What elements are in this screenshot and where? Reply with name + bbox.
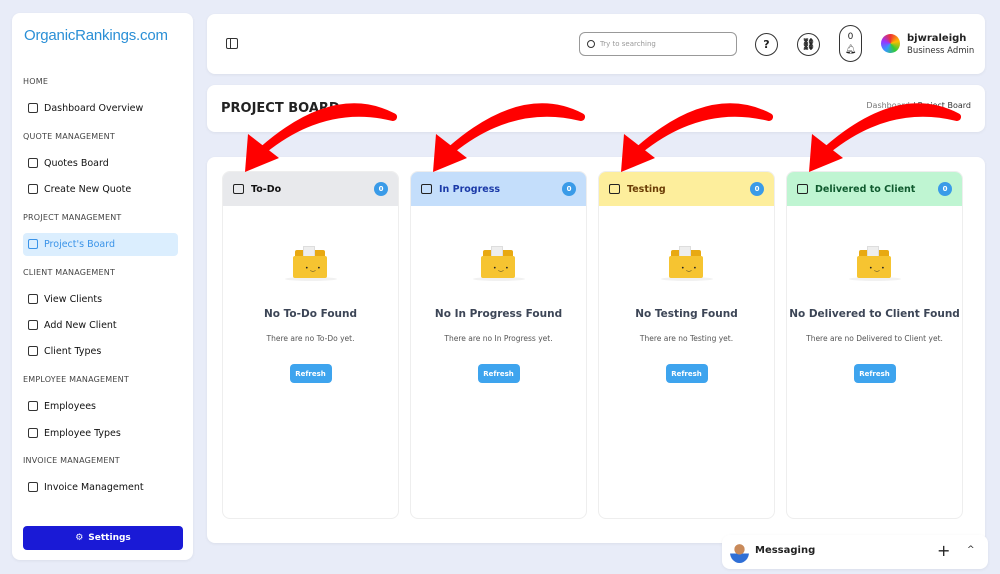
column-header: Delivered to Client 0 bbox=[787, 172, 962, 206]
empty-state-text: There are no Testing yet. bbox=[639, 334, 734, 343]
count-badge: 0 bbox=[562, 182, 576, 196]
empty-folder-illustration: • ‿ • bbox=[473, 246, 525, 281]
refresh-button[interactable]: Refresh bbox=[289, 364, 332, 383]
sidebar-item-dashboard-overview[interactable]: Dashboard Overview bbox=[23, 97, 178, 120]
sidebar-toggle-icon[interactable] bbox=[226, 38, 238, 49]
breadcrumb-dashboard[interactable]: Dashboard bbox=[866, 101, 909, 110]
empty-state-text: There are no To-Do yet. bbox=[266, 334, 355, 343]
empty-state-title: No In Progress Found bbox=[434, 308, 563, 320]
board-column: To-Do 0 • ‿ • No To-Do Found There are n… bbox=[222, 171, 399, 519]
messaging-avatar bbox=[730, 542, 749, 563]
sidebar-item-label: Client Types bbox=[44, 345, 102, 357]
messaging-widget[interactable]: Messaging + ^ bbox=[722, 535, 988, 569]
sidebar-item-label: Employees bbox=[44, 400, 96, 412]
sidebar-item-label: Project's Board bbox=[44, 238, 116, 250]
help-icon[interactable]: ? bbox=[755, 33, 778, 56]
project-board: To-Do 0 • ‿ • No To-Do Found There are n… bbox=[207, 157, 985, 543]
link-icon[interactable]: ⛓ bbox=[797, 33, 820, 56]
column-header: In Progress 0 bbox=[411, 172, 586, 206]
sidebar-item-create-new-quote[interactable]: Create New Quote bbox=[23, 178, 178, 201]
search-icon bbox=[587, 40, 595, 48]
sidebar-section-heading: QUOTE MANAGEMENT bbox=[23, 132, 115, 141]
sidebar-item-invoice-management[interactable]: Invoice Management bbox=[23, 476, 178, 499]
breadcrumb: Dashboard / Project Board bbox=[866, 101, 971, 110]
gear-icon: ⚙ bbox=[75, 533, 84, 543]
sidebar-section-heading: CLIENT MANAGEMENT bbox=[23, 268, 116, 277]
sidebar-item-label: Quotes Board bbox=[44, 157, 109, 169]
board-column: In Progress 0 • ‿ • No In Progress Found… bbox=[410, 171, 587, 519]
sidebar-section-heading: EMPLOYEE MANAGEMENT bbox=[23, 375, 129, 384]
sidebar-item-employee-types[interactable]: Employee Types bbox=[23, 422, 178, 445]
column-title: Testing bbox=[627, 183, 666, 195]
empty-state-text: There are no Delivered to Client yet. bbox=[806, 334, 943, 343]
user-plus-icon bbox=[28, 320, 38, 330]
count-badge: 0 bbox=[374, 182, 388, 196]
empty-state-title: No To-Do Found bbox=[263, 308, 357, 320]
sidebar-item-project-s-board[interactable]: Project's Board bbox=[23, 232, 178, 256]
empty-state-title: No Testing Found bbox=[635, 308, 738, 320]
sidebar-item-label: View Clients bbox=[44, 293, 103, 305]
sidebar-item-label: Invoice Management bbox=[44, 481, 144, 493]
search-input[interactable]: Try to searching bbox=[579, 32, 737, 56]
sidebar-section-heading: HOME bbox=[23, 77, 49, 86]
clipboard-clock-icon bbox=[609, 184, 620, 194]
sidebar-item-employees[interactable]: Employees bbox=[23, 395, 178, 418]
sidebar-item-label: Add New Client bbox=[44, 319, 117, 331]
notifications-button[interactable]: 0 🔔︎ bbox=[839, 25, 862, 62]
sidebar-section-heading: INVOICE MANAGEMENT bbox=[23, 456, 120, 465]
package-icon bbox=[797, 184, 808, 194]
empty-state-title: No Delivered to Client Found bbox=[789, 308, 960, 320]
page-title-bar: PROJECT BOARD Dashboard / Project Board bbox=[207, 85, 985, 132]
refresh-button[interactable]: Refresh bbox=[477, 364, 520, 383]
top-header: Try to searching ? ⛓ 0 🔔︎ bjwraleigh Busi… bbox=[207, 14, 985, 74]
column-header: Testing 0 bbox=[599, 172, 774, 206]
breadcrumb-current: Project Board bbox=[917, 101, 971, 110]
sidebar-item-label: Employee Types bbox=[44, 427, 121, 439]
sidebar-item-label: Dashboard Overview bbox=[44, 102, 144, 114]
bell-icon: 🔔︎ bbox=[844, 45, 857, 55]
count-badge: 0 bbox=[938, 182, 952, 196]
calendar-check-icon bbox=[28, 239, 38, 249]
empty-state-text: There are no In Progress yet. bbox=[444, 334, 553, 343]
logo: OrganicRankings.com bbox=[24, 27, 168, 44]
progress-bar-icon bbox=[421, 184, 432, 194]
page-title: PROJECT BOARD bbox=[221, 101, 340, 116]
sidebar: OrganicRankings.com HOME Dashboard Overvi… bbox=[12, 13, 193, 560]
person-badge-icon bbox=[28, 428, 38, 438]
settings-button[interactable]: ⚙ Settings bbox=[23, 526, 183, 550]
empty-folder-illustration: • ‿ • bbox=[661, 246, 713, 281]
users-icon bbox=[28, 346, 38, 356]
empty-folder-illustration: • ‿ • bbox=[849, 246, 901, 281]
sidebar-item-add-new-client[interactable]: Add New Client bbox=[23, 314, 178, 337]
chevron-up-icon[interactable]: ^ bbox=[967, 545, 975, 555]
sidebar-item-quotes-board[interactable]: Quotes Board bbox=[23, 152, 178, 175]
board-column: Testing 0 • ‿ • No Testing Found There a… bbox=[598, 171, 775, 519]
sidebar-section-heading: PROJECT MANAGEMENT bbox=[23, 213, 122, 222]
database-icon bbox=[28, 184, 38, 194]
column-title: To-Do bbox=[251, 183, 282, 195]
sidebar-item-view-clients[interactable]: View Clients bbox=[23, 288, 178, 311]
person-icon bbox=[28, 401, 38, 411]
messaging-label: Messaging bbox=[755, 545, 816, 556]
clipboard-icon bbox=[28, 158, 38, 168]
refresh-button[interactable]: Refresh bbox=[853, 364, 896, 383]
user-name: bjwraleigh bbox=[907, 33, 967, 44]
count-badge: 0 bbox=[750, 182, 764, 196]
grid-icon bbox=[28, 103, 38, 113]
board-column: Delivered to Client 0 • ‿ • No Delivered… bbox=[786, 171, 963, 519]
invoice-icon bbox=[28, 482, 38, 492]
user-icon bbox=[28, 294, 38, 304]
plus-icon[interactable]: + bbox=[937, 541, 950, 560]
column-header: To-Do 0 bbox=[223, 172, 398, 206]
checklist-icon bbox=[233, 184, 244, 194]
avatar[interactable] bbox=[881, 34, 900, 53]
empty-folder-illustration: • ‿ • bbox=[285, 246, 337, 281]
column-title: Delivered to Client bbox=[815, 183, 916, 195]
user-role: Business Admin bbox=[907, 46, 975, 56]
sidebar-item-label: Create New Quote bbox=[44, 183, 132, 195]
column-title: In Progress bbox=[439, 183, 501, 195]
refresh-button[interactable]: Refresh bbox=[665, 364, 708, 383]
sidebar-item-client-types[interactable]: Client Types bbox=[23, 340, 178, 363]
